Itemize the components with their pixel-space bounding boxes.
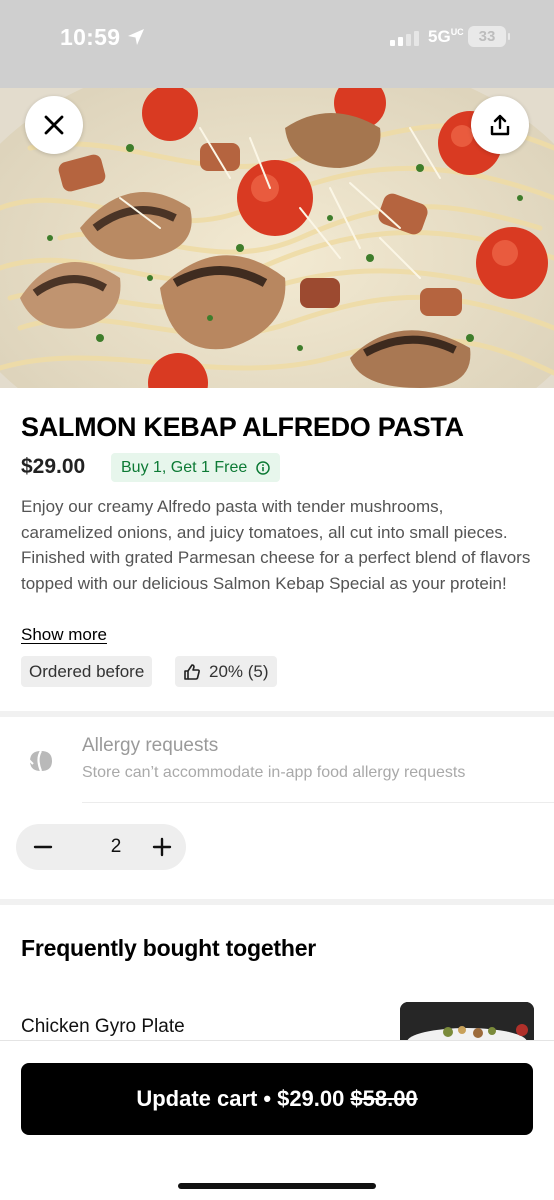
allergy-divider <box>82 802 554 803</box>
allergy-subtitle: Store can’t accommodate in-app food alle… <box>82 764 466 781</box>
item-photo <box>0 88 554 388</box>
close-button[interactable] <box>25 96 83 154</box>
cart-label: Update cart <box>136 1086 258 1111</box>
battery-indicator: 33 <box>468 26 510 47</box>
close-icon <box>44 115 64 135</box>
item-price: $29.00 <box>21 455 86 478</box>
home-indicator[interactable] <box>178 1183 376 1189</box>
promo-badge[interactable]: Buy 1, Get 1 Free <box>111 453 281 482</box>
minus-icon[interactable] <box>33 837 53 857</box>
plus-icon[interactable] <box>152 837 172 857</box>
cart-separator: • <box>263 1086 272 1111</box>
info-icon <box>256 460 271 475</box>
cart-original-price: $58.00 <box>350 1086 418 1111</box>
item-title: SALMON KEBAP ALFREDO PASTA <box>21 412 464 442</box>
allergy-title: Allergy requests <box>82 735 219 756</box>
quantity-stepper[interactable]: 2 <box>16 824 186 870</box>
show-more-link[interactable]: Show more <box>21 625 107 645</box>
section-divider <box>0 711 554 717</box>
leaf-icon <box>27 750 52 772</box>
share-button[interactable] <box>471 96 529 154</box>
promo-label: Buy 1, Get 1 Free <box>121 459 248 476</box>
thumbs-up-icon <box>184 663 200 680</box>
list-item-thumbnail[interactable] <box>400 1002 534 1040</box>
list-item[interactable]: Chicken Gyro Plate <box>21 1016 185 1038</box>
rating-badge: 20% (5) <box>175 656 277 687</box>
section-divider <box>0 899 554 905</box>
quantity-value: 2 <box>110 836 122 857</box>
location-arrow-icon <box>128 29 144 45</box>
cart-price: $29.00 <box>277 1086 345 1111</box>
ordered-before-label: Ordered before <box>29 662 145 681</box>
network-label: 5GUC <box>428 27 464 46</box>
status-bar: 10:59 5GUC 33 <box>0 0 554 88</box>
share-icon <box>490 114 510 136</box>
rating-label: 20% (5) <box>209 662 269 681</box>
update-cart-button[interactable]: Update cart • $29.00 $58.00 <box>21 1063 533 1135</box>
status-time: 10:59 <box>60 24 121 50</box>
item-description: Enjoy our creamy Alfredo pasta with tend… <box>21 497 531 593</box>
cell-signal-icon <box>390 30 420 46</box>
ordered-before-badge: Ordered before <box>21 656 153 687</box>
frequently-bought-title: Frequently bought together <box>21 935 317 961</box>
